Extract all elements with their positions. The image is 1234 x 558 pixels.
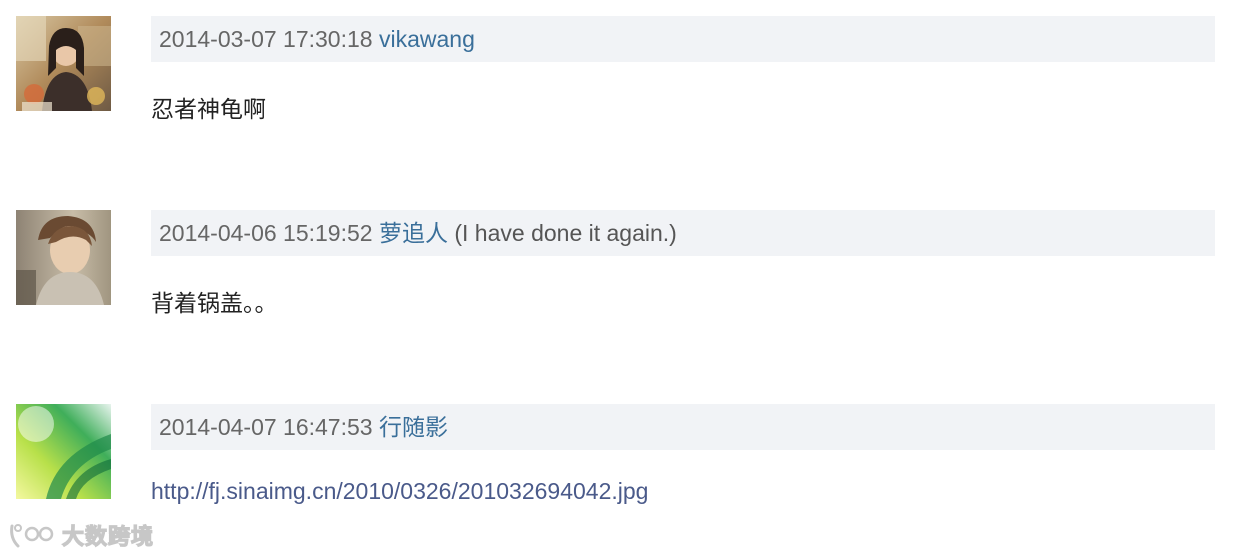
user-photo-avatar-icon: [16, 210, 111, 305]
comment-meta-bar: 2014-03-07 17:30:18 vikawang: [151, 16, 1215, 62]
author-signature: (I have done it again.): [454, 220, 677, 246]
comment-item: 2014-04-06 15:19:52 萝追人 (I have done it …: [0, 210, 1234, 370]
avatar[interactable]: [16, 404, 111, 499]
avatar[interactable]: [16, 210, 111, 305]
comment-timestamp: 2014-04-07 16:47:53: [159, 414, 373, 440]
comment-body: 背着锅盖。。: [151, 291, 278, 317]
author-link[interactable]: 行随影: [379, 414, 448, 440]
comment-item: 2014-03-07 17:30:18 vikawang 忍者神龟啊: [0, 16, 1234, 176]
comment-meta-bar: 2014-04-06 15:19:52 萝追人 (I have done it …: [151, 210, 1215, 256]
watermark-logo-icon: [10, 524, 54, 548]
abstract-green-avatar-icon: [16, 404, 111, 499]
author-link[interactable]: 萝追人: [379, 220, 448, 246]
avatar[interactable]: [16, 16, 111, 111]
user-photo-avatar-icon: [16, 16, 111, 111]
watermark: 大数跨境: [8, 518, 154, 552]
comment-timestamp: 2014-04-06 15:19:52: [159, 220, 373, 246]
comment-thread: 2014-03-07 17:30:18 vikawang 忍者神龟啊 2014-…: [0, 0, 1234, 558]
comment-timestamp: 2014-03-07 17:30:18: [159, 26, 373, 52]
comment-meta-bar: 2014-04-07 16:47:53 行随影: [151, 404, 1215, 450]
comment-item: 2014-04-07 16:47:53 行随影 http://fj.sinaim…: [0, 404, 1234, 558]
comment-url-link[interactable]: http://fj.sinaimg.cn/2010/0326/201032694…: [151, 478, 648, 505]
author-link[interactable]: vikawang: [379, 26, 475, 52]
comment-body: 忍者神龟啊: [151, 97, 266, 123]
watermark-text: 大数跨境: [61, 524, 155, 550]
